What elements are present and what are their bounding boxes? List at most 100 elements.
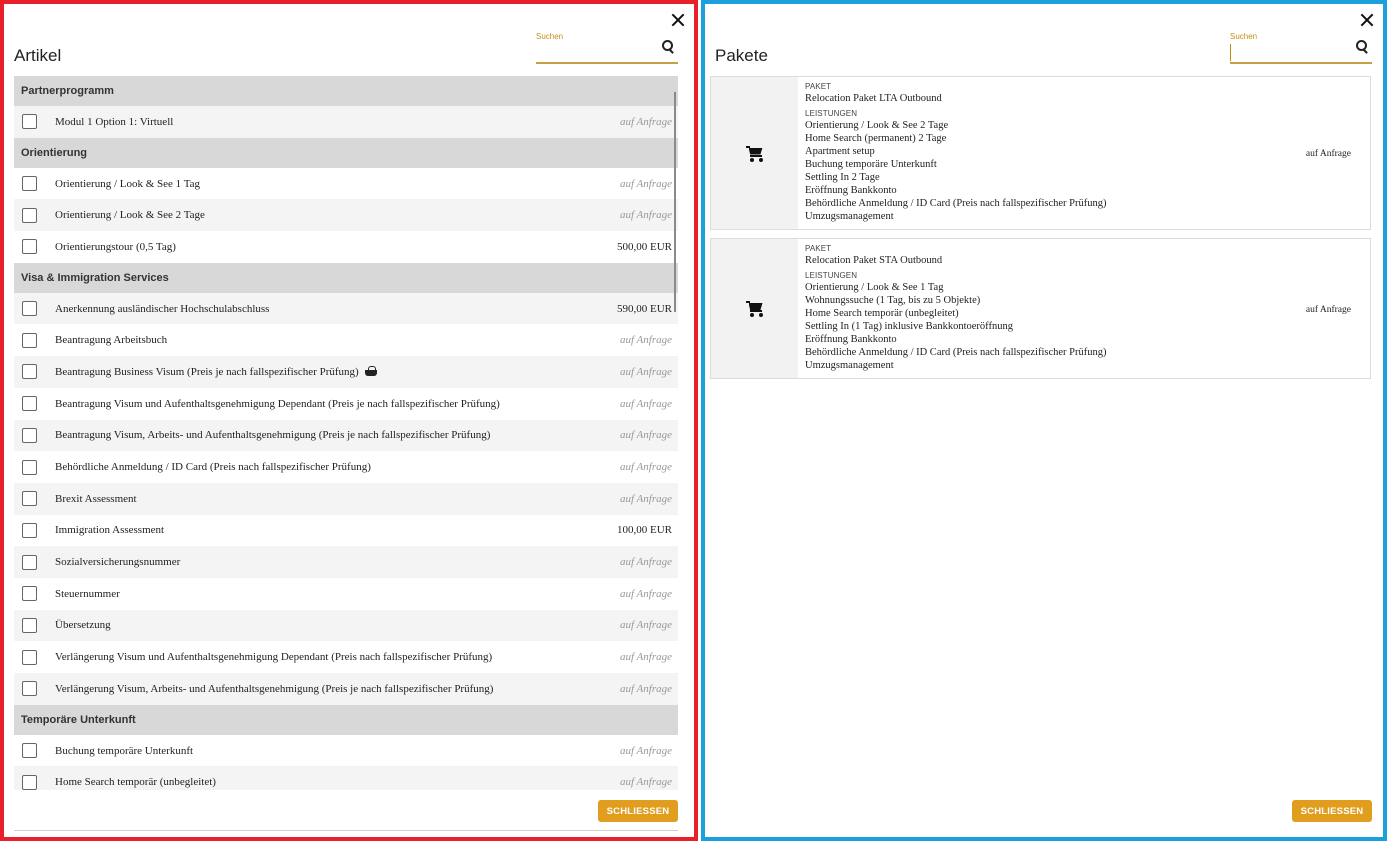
add-to-cart-button[interactable] xyxy=(711,239,798,378)
list-item[interactable]: Steuernummer auf Anfrage xyxy=(14,577,678,610)
service-item: Settling In (1 Tag) inklusive Bankkontoe… xyxy=(805,321,1013,332)
item-label: Anerkennung ausländischer Hochschulabsch… xyxy=(55,302,270,315)
item-label-wrap: Orientierung / Look & See 2 Tage xyxy=(55,209,205,221)
close-button[interactable]: SCHLIESSEN xyxy=(598,800,678,822)
list-item[interactable]: Modul 1 Option 1: Virtuell auf Anfrage xyxy=(14,106,678,138)
item-price: auf Anfrage xyxy=(619,365,672,378)
item-price: 500,00 EUR xyxy=(617,240,672,253)
list-item[interactable]: Beantragung Arbeitsbuch auf Anfrage xyxy=(14,324,678,357)
list-item[interactable]: Übersetzung auf Anfrage xyxy=(14,609,678,642)
item-checkbox[interactable] xyxy=(22,774,37,790)
item-checkbox[interactable] xyxy=(22,522,37,538)
item-price: 100,00 EUR xyxy=(617,524,672,537)
service-item: Orientierung / Look & See 1 Tag xyxy=(805,282,944,293)
item-checkbox[interactable] xyxy=(22,743,37,759)
service-item: Apartment setup xyxy=(805,146,875,157)
item-price: auf Anfrage xyxy=(619,397,672,410)
list-item[interactable]: Beantragung Business Visum (Preis je nac… xyxy=(14,356,678,388)
item-label-wrap: Immigration Assessment xyxy=(55,524,164,536)
list-item[interactable]: Orientierung / Look & See 2 Tage auf Anfr… xyxy=(14,199,678,232)
packages-panel: Pakete Suchen PAKET Relocation Paket LTA… xyxy=(701,0,1387,841)
cart-icon xyxy=(745,145,764,162)
item-label: Orientierungstour (0,5 Tag) xyxy=(55,240,176,253)
search-input[interactable] xyxy=(1230,44,1350,61)
item-label: Immigration Assessment xyxy=(55,524,165,537)
item-label-wrap: Orientierungstour (0,5 Tag) xyxy=(55,241,176,253)
item-label-wrap: Anerkennung ausländischer Hochschulabsch… xyxy=(55,303,269,315)
close-button[interactable]: SCHLIESSEN xyxy=(1292,800,1372,822)
item-checkbox[interactable] xyxy=(22,491,37,507)
item-checkbox[interactable] xyxy=(22,459,37,475)
list-item[interactable]: Verlängerung Visum, Arbeits- und Aufenth… xyxy=(14,673,678,705)
close-icon[interactable] xyxy=(1359,12,1375,28)
package-name: Relocation Paket STA Outbound xyxy=(805,255,943,266)
list-item[interactable]: Verlängerung Visum und Aufenthaltsgenehm… xyxy=(14,641,678,673)
list-item[interactable]: Behördliche Anmeldung / ID Card (Preis n… xyxy=(14,451,678,483)
item-checkbox[interactable] xyxy=(22,301,37,317)
category-header: Orientierung xyxy=(14,137,678,168)
item-checkbox[interactable] xyxy=(22,617,37,633)
article-list[interactable]: Partnerprogramm Modul 1 Option 1: Virtuel… xyxy=(14,76,678,790)
item-label: Orientierung / Look & See 1 Tag xyxy=(55,177,201,190)
search-icon[interactable] xyxy=(1356,40,1368,53)
item-checkbox[interactable] xyxy=(22,364,37,380)
package-price: auf Anfrage xyxy=(1305,149,1351,159)
service-item: Home Search (permanent) 2 Tage xyxy=(805,133,947,144)
list-item[interactable]: Orientierungstour (0,5 Tag) 500,00 EUR xyxy=(14,231,678,263)
item-label: Sozialversicherungsnummer xyxy=(55,556,181,569)
item-checkbox[interactable] xyxy=(22,586,37,602)
category-header: Partnerprogramm xyxy=(14,76,678,106)
item-label-wrap: Steuernummer xyxy=(55,588,120,600)
search-field[interactable]: Suchen xyxy=(536,32,678,64)
articles-panel: Artikel Suchen Partnerprogramm Modul 1 Op… xyxy=(0,0,698,841)
item-label: Home Search temporär (unbegleitet) xyxy=(55,776,216,789)
list-item[interactable]: Immigration Assessment 100,00 EUR xyxy=(14,514,678,547)
list-item[interactable]: Brexit Assessment auf Anfrage xyxy=(14,482,678,515)
item-label-wrap: Beantragung Visum, Arbeits- und Aufentha… xyxy=(55,429,490,441)
item-checkbox[interactable] xyxy=(22,554,37,570)
item-checkbox[interactable] xyxy=(22,396,37,412)
item-checkbox[interactable] xyxy=(22,681,37,697)
item-label-wrap: Brexit Assessment xyxy=(55,493,137,505)
package-card: PAKET Relocation Paket LTA Outbound LEIS… xyxy=(710,76,1371,230)
item-checkbox[interactable] xyxy=(22,332,37,348)
item-label: Übersetzung xyxy=(55,619,111,632)
package-price: auf Anfrage xyxy=(1305,305,1351,315)
category-header: Temporäre Unterkunft xyxy=(14,704,678,735)
list-item[interactable]: Anerkennung ausländischer Hochschulabsch… xyxy=(14,292,678,325)
list-item[interactable]: Beantragung Visum und Aufenthaltsgenehmi… xyxy=(14,387,678,420)
item-price: auf Anfrage xyxy=(619,461,672,474)
item-checkbox[interactable] xyxy=(22,427,37,443)
item-checkbox[interactable] xyxy=(22,176,37,192)
close-icon[interactable] xyxy=(670,12,686,28)
item-label-wrap: Beantragung Business Visum (Preis je nac… xyxy=(55,365,377,378)
item-checkbox[interactable] xyxy=(22,207,37,223)
item-label: Behördliche Anmeldung / ID Card (Preis n… xyxy=(55,461,371,474)
item-label: Verlängerung Visum und Aufenthaltsgenehm… xyxy=(55,651,493,664)
package-details: PAKET Relocation Paket STA Outbound LEIS… xyxy=(805,244,1290,372)
item-price: auf Anfrage xyxy=(619,115,672,128)
search-icon[interactable] xyxy=(662,40,674,53)
item-checkbox[interactable] xyxy=(22,114,37,130)
service-item: Home Search temporär (unbegleitet) xyxy=(805,308,959,319)
divider xyxy=(14,830,678,831)
scrollbar[interactable] xyxy=(674,92,676,312)
list-item[interactable]: Buchung temporäre Unterkunft auf Anfrage xyxy=(14,734,678,767)
add-to-cart-button[interactable] xyxy=(711,77,798,229)
item-checkbox[interactable] xyxy=(22,649,37,665)
list-item[interactable]: Home Search temporär (unbegleitet) auf An… xyxy=(14,766,678,790)
list-item[interactable]: Beantragung Visum, Arbeits- und Aufentha… xyxy=(14,419,678,452)
item-label-wrap: Modul 1 Option 1: Virtuell xyxy=(55,116,173,128)
item-price: auf Anfrage xyxy=(619,744,672,757)
search-input[interactable] xyxy=(536,44,656,61)
search-label: Suchen xyxy=(1230,32,1258,41)
service-item: Umzugsmanagement xyxy=(805,211,894,222)
service-item: Behördliche Anmeldung / ID Card (Preis n… xyxy=(805,198,1107,209)
item-price: auf Anfrage xyxy=(619,587,672,600)
basket-icon xyxy=(364,365,377,376)
list-item[interactable]: Sozialversicherungsnummer auf Anfrage xyxy=(14,546,678,578)
list-item[interactable]: Orientierung / Look & See 1 Tag auf Anfra… xyxy=(14,167,678,200)
search-field[interactable]: Suchen xyxy=(1230,32,1372,64)
item-checkbox[interactable] xyxy=(22,239,37,255)
item-price: auf Anfrage xyxy=(619,429,672,442)
